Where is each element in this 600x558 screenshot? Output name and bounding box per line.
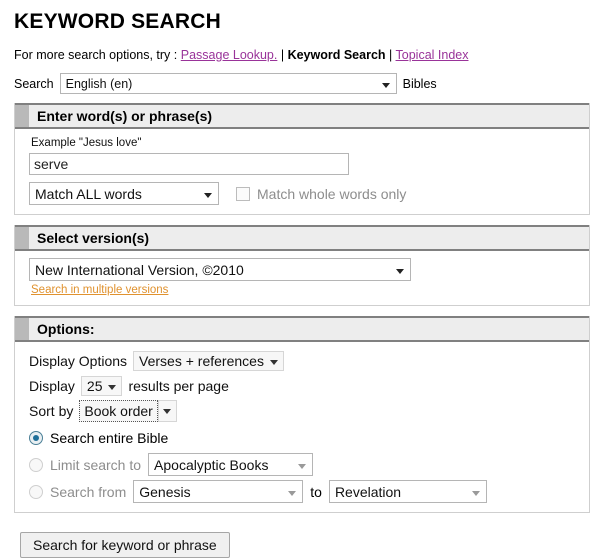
sort-by-value: Book order <box>79 399 158 422</box>
language-select-value: English (en) <box>65 76 133 91</box>
subnav-separator-2: | <box>389 48 393 62</box>
radio-search-from-range[interactable] <box>29 484 43 499</box>
section-options-body: Display Options Verses + references Disp… <box>15 342 589 512</box>
version-select[interactable]: New International Version, ©2010 <box>29 258 411 281</box>
range-to-select[interactable]: Revelation <box>328 480 487 503</box>
results-per-page-row: Display 25 results per page <box>29 374 589 397</box>
whole-words-checkbox[interactable] <box>236 186 250 201</box>
language-label: Search <box>14 76 54 91</box>
results-per-page-suffix: results per page <box>128 377 229 394</box>
link-topical-index[interactable]: Topical Index <box>396 48 469 62</box>
subnav-current-keyword-search: Keyword Search <box>287 48 386 62</box>
radio-search-entire-bible[interactable] <box>29 430 43 445</box>
chevron-down-icon <box>298 463 307 469</box>
limit-books-value: Apocalyptic Books <box>154 456 269 473</box>
scope-range-row[interactable]: Search from Genesis to Revelation <box>29 480 589 503</box>
chevron-down-icon <box>471 490 480 496</box>
whole-words-label: Match whole words only <box>257 185 407 202</box>
keyword-input[interactable] <box>29 153 349 175</box>
section-enter-words: Enter word(s) or phrase(s) Example "Jesu… <box>14 103 590 215</box>
range-from-select[interactable]: Genesis <box>133 480 304 503</box>
section-select-version-heading: Select version(s) <box>15 225 589 251</box>
sort-by-label: Sort by <box>29 402 74 419</box>
scope-limit-label: Limit search to <box>50 456 142 473</box>
keyword-search-page: KEYWORD SEARCH For more search options, … <box>0 0 600 558</box>
page-title: KEYWORD SEARCH <box>14 10 221 33</box>
chevron-down-icon <box>288 490 297 496</box>
chevron-down-icon <box>381 82 390 88</box>
section-select-version: Select version(s) New International Vers… <box>14 225 590 306</box>
chevron-down-icon[interactable] <box>157 399 177 422</box>
display-options-row: Display Options Verses + references <box>29 349 589 372</box>
results-per-page-select[interactable]: 25 <box>80 375 123 396</box>
match-mode-value: Match ALL words <box>35 185 142 202</box>
link-search-multiple-versions[interactable]: Search in multiple versions <box>31 284 168 296</box>
results-per-page-value: 25 <box>86 377 103 394</box>
language-row: Search English (en) Bibles <box>14 73 590 94</box>
link-passage-lookup[interactable]: Passage Lookup. <box>181 48 278 62</box>
range-from-value: Genesis <box>139 483 191 500</box>
chevron-down-icon <box>396 268 404 274</box>
chevron-down-icon <box>269 359 278 365</box>
language-select[interactable]: English (en) <box>59 73 397 94</box>
section-options-heading: Options: <box>15 316 589 342</box>
display-options-value: Verses + references <box>139 352 264 369</box>
section-enter-words-heading: Enter word(s) or phrase(s) <box>15 103 589 129</box>
search-submit-button[interactable]: Search for keyword or phrase <box>20 532 230 558</box>
limit-books-select[interactable]: Apocalyptic Books <box>148 453 314 476</box>
scope-entire-bible-row[interactable]: Search entire Bible <box>29 426 589 449</box>
range-to-value: Revelation <box>334 483 402 500</box>
scope-range-label: Search from <box>50 483 127 500</box>
section-options: Options: Display Options Verses + refere… <box>14 316 590 513</box>
match-row: Match ALL words Match whole words only <box>29 182 589 205</box>
scope-entire-bible-label: Search entire Bible <box>50 429 169 446</box>
whole-words-checkbox-group[interactable]: Match whole words only <box>236 186 406 202</box>
display-options-select[interactable]: Verses + references <box>133 350 284 371</box>
chevron-down-icon <box>108 384 117 390</box>
chevron-down-icon <box>204 192 212 198</box>
multiple-versions-row: Search in multiple versions <box>29 281 589 296</box>
section-enter-words-body: Example "Jesus love" Match ALL words Mat… <box>15 129 589 214</box>
sort-by-row: Sort by Book order <box>29 399 589 422</box>
language-suffix: Bibles <box>402 76 437 91</box>
version-select-value: New International Version, ©2010 <box>35 261 244 278</box>
sort-by-select[interactable]: Book order <box>79 399 177 422</box>
subnav-prefix: For more search options, try : <box>14 48 178 62</box>
scope-limit-row[interactable]: Limit search to Apocalyptic Books <box>29 453 589 476</box>
range-to-word: to <box>310 483 322 500</box>
display-options-label: Display Options <box>29 352 128 369</box>
section-select-version-body: New International Version, ©2010 Search … <box>15 251 589 305</box>
subnav-separator-1: | <box>280 48 285 62</box>
subnav: For more search options, try : Passage L… <box>14 48 590 62</box>
radio-limit-search-to[interactable] <box>29 457 43 472</box>
example-hint: Example "Jesus love" <box>31 137 142 149</box>
display-label: Display <box>29 377 75 394</box>
match-mode-select[interactable]: Match ALL words <box>29 182 219 205</box>
